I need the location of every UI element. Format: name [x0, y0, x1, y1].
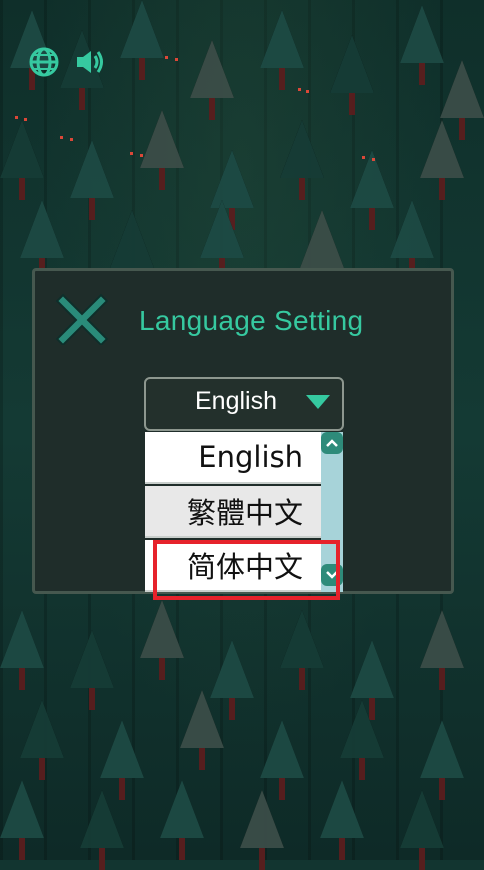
highlight-box	[153, 540, 340, 600]
speaker-icon[interactable]	[72, 44, 108, 80]
scroll-up-button[interactable]	[321, 432, 343, 454]
option-english[interactable]: English	[145, 432, 321, 484]
dialog-title: Language Setting	[139, 305, 364, 336]
top-toolbar	[26, 44, 108, 80]
globe-icon[interactable]	[26, 44, 62, 80]
selected-language: English	[195, 387, 277, 415]
close-button[interactable]	[55, 291, 109, 345]
close-icon	[55, 293, 109, 345]
language-dropdown[interactable]: English	[144, 377, 344, 431]
chevron-up-icon	[326, 439, 338, 447]
option-traditional-chinese[interactable]: 繁體中文	[145, 486, 321, 538]
dropdown-arrow-icon[interactable]	[306, 395, 330, 409]
